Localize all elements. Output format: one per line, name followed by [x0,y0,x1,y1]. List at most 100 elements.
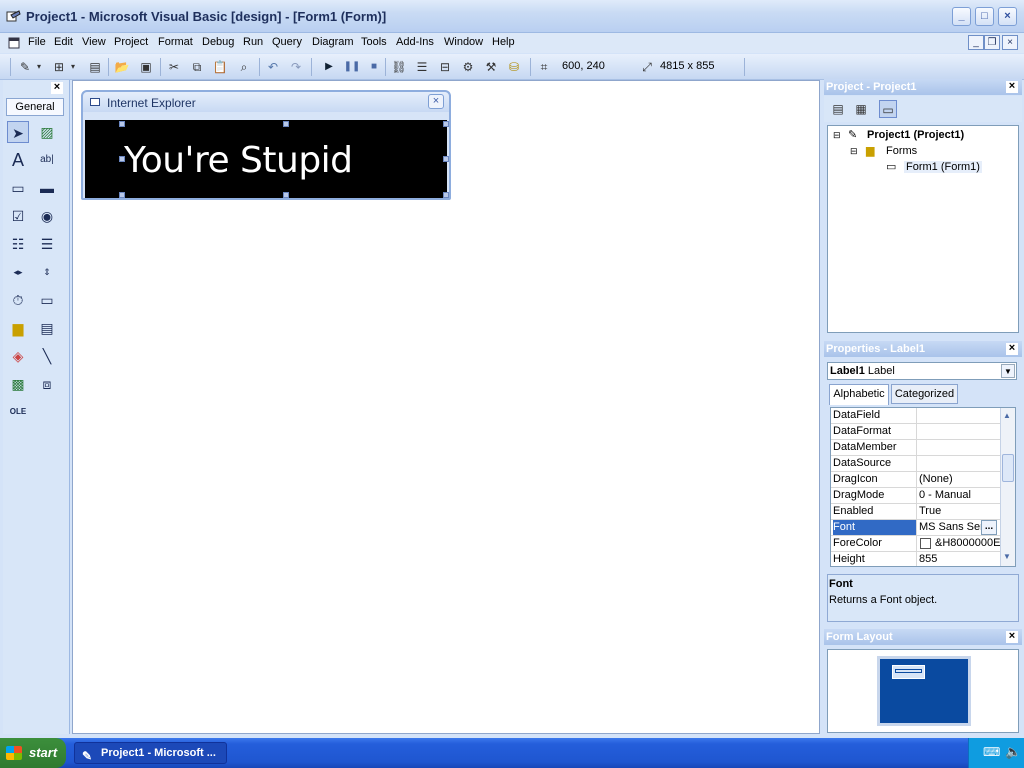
object-browser-icon[interactable]: ⚙ [459,58,477,76]
collapse-icon[interactable]: ⊟ [850,146,858,157]
data-tool-icon[interactable]: ⧈ [36,373,58,395]
run-icon[interactable]: ▶ [320,58,338,76]
property-row[interactable]: Height 855 [831,552,1001,566]
property-row[interactable]: ForeColor &H8000000E [831,536,1001,552]
form-layout-close-button[interactable]: × [1006,631,1018,643]
optionbutton-tool-icon[interactable]: ◉ [36,205,58,227]
property-row[interactable]: DragMode 0 - Manual [831,488,1001,504]
property-value[interactable]: &H8000000E [935,536,1001,551]
tree-forms-folder[interactable]: Forms [886,145,917,157]
view-object-icon[interactable]: ▦ [852,100,870,118]
menu-help[interactable]: Help [492,36,515,48]
tab-alphabetic[interactable]: Alphabetic [829,384,889,405]
menu-diagram[interactable]: Diagram [312,36,354,48]
volume-icon[interactable]: 🔈 [1005,744,1021,760]
checkbox-tool-icon[interactable]: ☑ [7,205,29,227]
keyboard-icon[interactable]: ⌨ [983,745,1000,759]
mdi-close-button[interactable]: × [1002,35,1018,50]
resize-handle[interactable] [443,156,449,162]
scroll-up-icon[interactable]: ▲ [1003,411,1011,420]
menu-file[interactable]: File [28,36,46,48]
menu-tools[interactable]: Tools [361,36,387,48]
form-menu-icon[interactable] [8,37,20,49]
data-view-icon[interactable]: ⛁ [505,58,523,76]
menu-editor-icon[interactable]: ▤ [86,58,104,76]
property-row[interactable]: DataFormat [831,424,1001,440]
properties-window-icon[interactable]: ☰ [413,58,431,76]
pause-icon[interactable]: ❚❚ [343,58,361,76]
menu-add-ins[interactable]: Add-Ins [396,36,434,48]
toolbox-icon[interactable]: ⚒ [482,58,500,76]
pointer-tool-icon[interactable]: ➤ [7,121,29,143]
start-button[interactable]: start [0,738,66,768]
filelistbox-tool-icon[interactable]: ▤ [36,317,58,339]
property-grid-scrollbar[interactable]: ▲ ▼ [1000,408,1015,566]
menu-project[interactable]: Project [114,36,148,48]
ellipsis-button[interactable]: ... [981,520,997,535]
paste-icon[interactable]: 📋 [211,58,229,76]
dirlistbox-tool-icon[interactable]: ▆ [7,317,29,339]
property-row[interactable]: DataField [831,408,1001,424]
chevron-down-icon[interactable]: ▾ [34,58,44,76]
hscrollbar-tool-icon[interactable]: ◂▸ [7,261,29,283]
menu-query[interactable]: Query [272,36,302,48]
property-row[interactable]: DataMember [831,440,1001,456]
cut-icon[interactable]: ✂ [165,58,183,76]
close-button[interactable]: × [998,7,1017,26]
find-icon[interactable]: ⌕ [235,58,253,76]
resize-handle[interactable] [283,192,289,198]
form-designer-canvas[interactable]: Internet Explorer × You're Stupid [72,80,820,734]
toolbox-close-button[interactable]: × [51,82,63,94]
property-value[interactable]: True [919,504,999,519]
menu-view[interactable]: View [82,36,106,48]
resize-handle[interactable] [119,156,125,162]
stop-icon[interactable]: ■ [365,58,383,76]
vb-app-icon[interactable] [6,9,21,24]
menu-format[interactable]: Format [158,36,193,48]
scroll-thumb[interactable] [1002,454,1014,482]
collapse-icon[interactable]: ⊟ [833,130,841,141]
drivelistbox-tool-icon[interactable]: ▭ [36,289,58,311]
mdi-restore-button[interactable]: ❐ [984,35,1000,50]
form1-close-button[interactable]: × [428,94,444,109]
picturebox-tool-icon[interactable]: ▨ [36,121,58,143]
copy-icon[interactable]: ⧉ [188,58,206,76]
ole-tool-icon[interactable]: OLE [7,401,29,423]
property-value[interactable]: 0 - Manual [919,488,999,503]
property-row[interactable]: Enabled True [831,504,1001,520]
undo-icon[interactable]: ↶ [264,58,282,76]
project-explorer-icon[interactable]: ⛓ [390,58,408,76]
textbox-tool-icon[interactable]: ab| [36,149,58,171]
property-row-selected[interactable]: Font MS Sans Serif ... [831,520,1001,536]
resize-handle[interactable] [283,121,289,127]
menu-debug[interactable]: Debug [202,36,234,48]
open-folder-icon[interactable]: 📂 [113,58,131,76]
menu-window[interactable]: Window [444,36,483,48]
toolbox-general-tab[interactable]: General [6,98,64,116]
property-value[interactable]: 855 [919,552,999,566]
view-code-icon[interactable]: ▤ [829,100,847,118]
object-selector-combo[interactable]: Label1 Label ▼ [827,362,1017,380]
taskbar-item-vb[interactable]: ✎ Project1 - Microsoft ... [74,742,227,764]
redo-icon[interactable]: ↷ [287,58,305,76]
save-icon[interactable]: ▣ [137,58,155,76]
vscrollbar-tool-icon[interactable]: ⇕ [36,261,58,283]
property-value[interactable] [919,424,999,439]
scroll-down-icon[interactable]: ▼ [1003,552,1011,561]
menu-run[interactable]: Run [243,36,263,48]
resize-handle[interactable] [443,121,449,127]
chevron-down-icon[interactable]: ▾ [68,58,78,76]
shape-tool-icon[interactable]: ◈ [7,345,29,367]
label-tool-icon[interactable]: A [7,149,29,171]
tree-form1-item[interactable]: Form1 (Form1) [904,161,982,173]
form1-window[interactable]: Internet Explorer × You're Stupid [81,90,451,200]
menu-edit[interactable]: Edit [54,36,73,48]
commandbutton-tool-icon[interactable]: ▬ [36,177,58,199]
property-row[interactable]: DataSource [831,456,1001,472]
resize-handle[interactable] [119,121,125,127]
listbox-tool-icon[interactable]: ☰ [36,233,58,255]
frame-tool-icon[interactable]: ▭ [7,177,29,199]
form-layout-icon[interactable]: ⊟ [436,58,454,76]
property-row[interactable]: DragIcon (None) [831,472,1001,488]
resize-handle[interactable] [119,192,125,198]
